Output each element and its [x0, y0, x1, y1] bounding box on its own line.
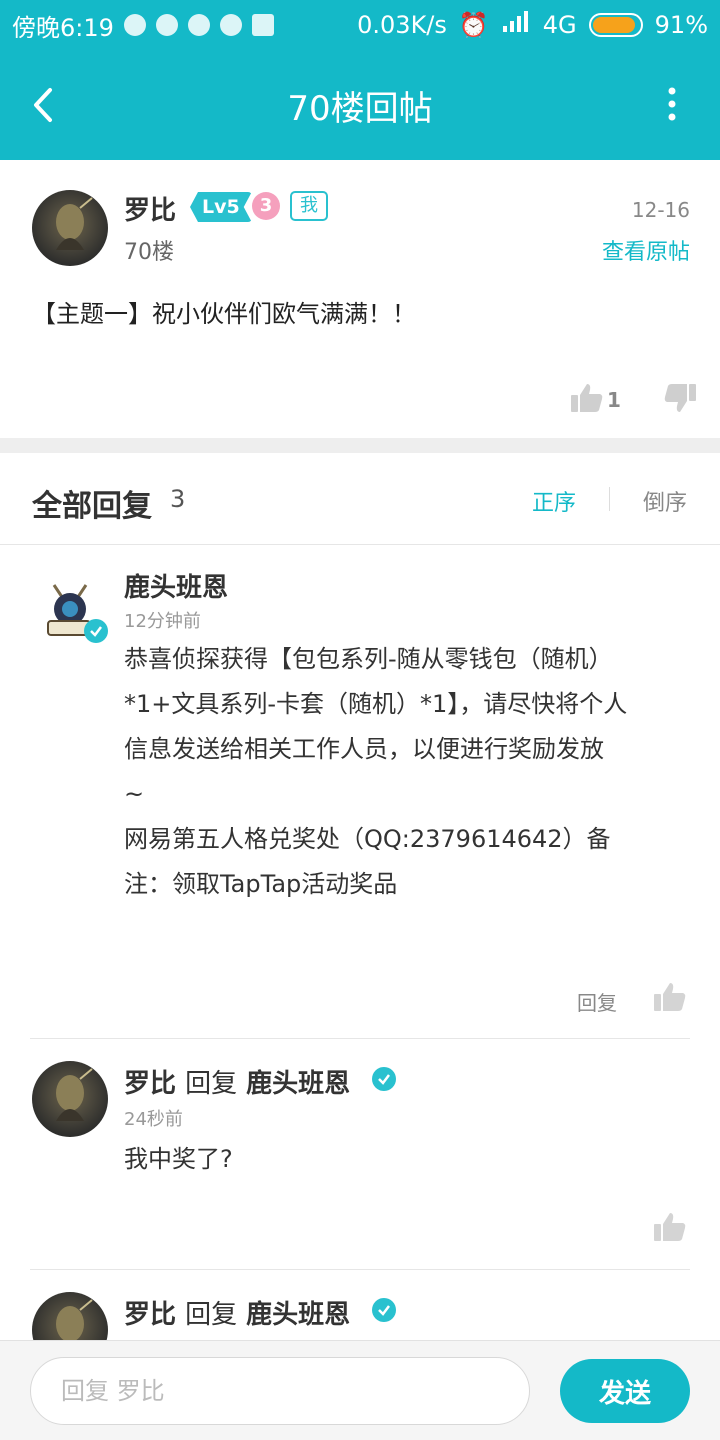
sort-ascending-button[interactable]: 正序 — [532, 485, 576, 517]
original-post: 罗比 Lv5 3 我 70楼 12-16 查看原帖 【主题一】祝小伙伴们欧气满满… — [0, 160, 720, 438]
chevron-left-icon — [34, 88, 52, 122]
signal-icon — [501, 10, 531, 40]
post-content: 【主题一】祝小伙伴们欧气满满！！ — [32, 300, 416, 328]
reply-input[interactable] — [30, 1357, 530, 1425]
reply-line: 恭喜侦探获得【包包系列-随从零钱包（随机） — [124, 645, 613, 673]
like-button[interactable] — [653, 1211, 687, 1243]
sort-descending-button[interactable]: 倒序 — [643, 485, 687, 517]
replies-title: 全部回复 — [32, 489, 152, 524]
view-original-link[interactable]: 查看原帖 — [602, 234, 690, 266]
verified-icon — [372, 1298, 396, 1322]
sort-separator — [609, 487, 610, 511]
thumbs-up-icon — [571, 384, 603, 412]
page-title: 70楼回帖 — [287, 88, 433, 129]
thumbs-up-icon — [654, 1213, 686, 1241]
reply-header: 罗比 回复 鹿头班恩 — [124, 1063, 350, 1100]
reply-word: 回复 — [185, 1069, 238, 1099]
status-time: 傍晚6:19 — [12, 13, 114, 42]
notification-icon — [155, 14, 178, 36]
back-button[interactable] — [24, 80, 64, 130]
replies-count: 3 — [170, 485, 186, 513]
more-vertical-icon — [668, 87, 676, 121]
floor-number: 70楼 — [124, 240, 174, 265]
notification-icon — [219, 14, 242, 36]
alarm-icon: ⏰ — [458, 11, 489, 39]
section-divider — [0, 438, 720, 453]
battery-percent: 91% — [654, 11, 708, 39]
reply-body: 我中奖了? — [124, 1145, 233, 1173]
like-count: 1 — [607, 388, 621, 412]
notification-icon — [123, 14, 146, 36]
like-button[interactable] — [653, 981, 687, 1013]
avatar[interactable] — [32, 190, 108, 266]
post-date: 12-16 — [631, 198, 690, 222]
net-speed: 0.03K/s — [357, 11, 447, 39]
notification-icon — [187, 14, 210, 36]
reply-to-name[interactable]: 鹿头班恩 — [246, 1300, 350, 1330]
thumbs-up-icon — [654, 983, 686, 1011]
reply-line: 网易第五人格兑奖处（QQ:2379614642）备 — [124, 825, 611, 853]
send-button[interactable]: 发送 — [560, 1359, 690, 1423]
avatar[interactable] — [32, 1292, 108, 1340]
reply-time: 12分钟前 — [124, 611, 201, 632]
reply-item: 罗比 回复 鹿头班恩 24秒前 我中奖了? — [0, 1039, 720, 1269]
reply-header: 罗比 回复 鹿头班恩 — [124, 1294, 350, 1331]
reply-to-name[interactable]: 鹿头班恩 — [246, 1069, 350, 1099]
reply-item: 鹿头班恩 12分钟前 恭喜侦探获得【包包系列-随从零钱包（随机） *1+文具系列… — [0, 545, 720, 1038]
thumbs-down-icon — [664, 384, 696, 412]
level-badge: Lv5 — [190, 192, 252, 222]
network-type: 4G — [542, 11, 577, 39]
battery-fill — [592, 17, 635, 33]
avatar[interactable] — [32, 1061, 108, 1137]
battery-icon — [588, 13, 643, 37]
author-name[interactable]: 罗比 — [124, 1069, 176, 1099]
author-name[interactable]: 鹿头班恩 — [124, 567, 228, 604]
verified-icon — [372, 1067, 396, 1091]
reply-button[interactable]: 回复 — [577, 987, 617, 1016]
reply-word: 回复 — [185, 1300, 238, 1330]
reply-line: 信息发送给相关工作人员，以便进行奖励发放 — [124, 735, 604, 763]
verified-icon — [84, 619, 108, 643]
author-name[interactable]: 罗比 — [124, 1300, 176, 1330]
reply-body: 恭喜侦探获得【包包系列-随从零钱包（随机） *1+文具系列-卡套（随机）*1】，… — [124, 637, 694, 907]
status-bar: 傍晚6:19 0.03K/s ⏰ 4G 91% — [0, 0, 720, 50]
dislike-button[interactable] — [663, 382, 697, 414]
reply-item: 罗比 回复 鹿头班恩 — [0, 1270, 720, 1340]
medal-icon: 3 — [252, 192, 280, 220]
me-badge: 我 — [290, 191, 328, 221]
reply-line: *1+文具系列-卡套（随机）*1】，请尽快将个人 — [124, 690, 628, 718]
notification-icon — [251, 14, 274, 36]
replies-header: 全部回复 3 正序 倒序 — [0, 453, 720, 545]
reply-time: 24秒前 — [124, 1109, 183, 1130]
more-menu-button[interactable] — [662, 86, 682, 126]
author-name[interactable]: 罗比 — [124, 190, 176, 227]
like-button[interactable] — [570, 382, 604, 414]
reply-line: 注：领取TapTap活动奖品 — [124, 870, 398, 898]
reply-line: ~ — [124, 780, 145, 808]
app-bar: 70楼回帖 — [0, 50, 720, 160]
reply-composer: 发送 — [0, 1340, 720, 1440]
